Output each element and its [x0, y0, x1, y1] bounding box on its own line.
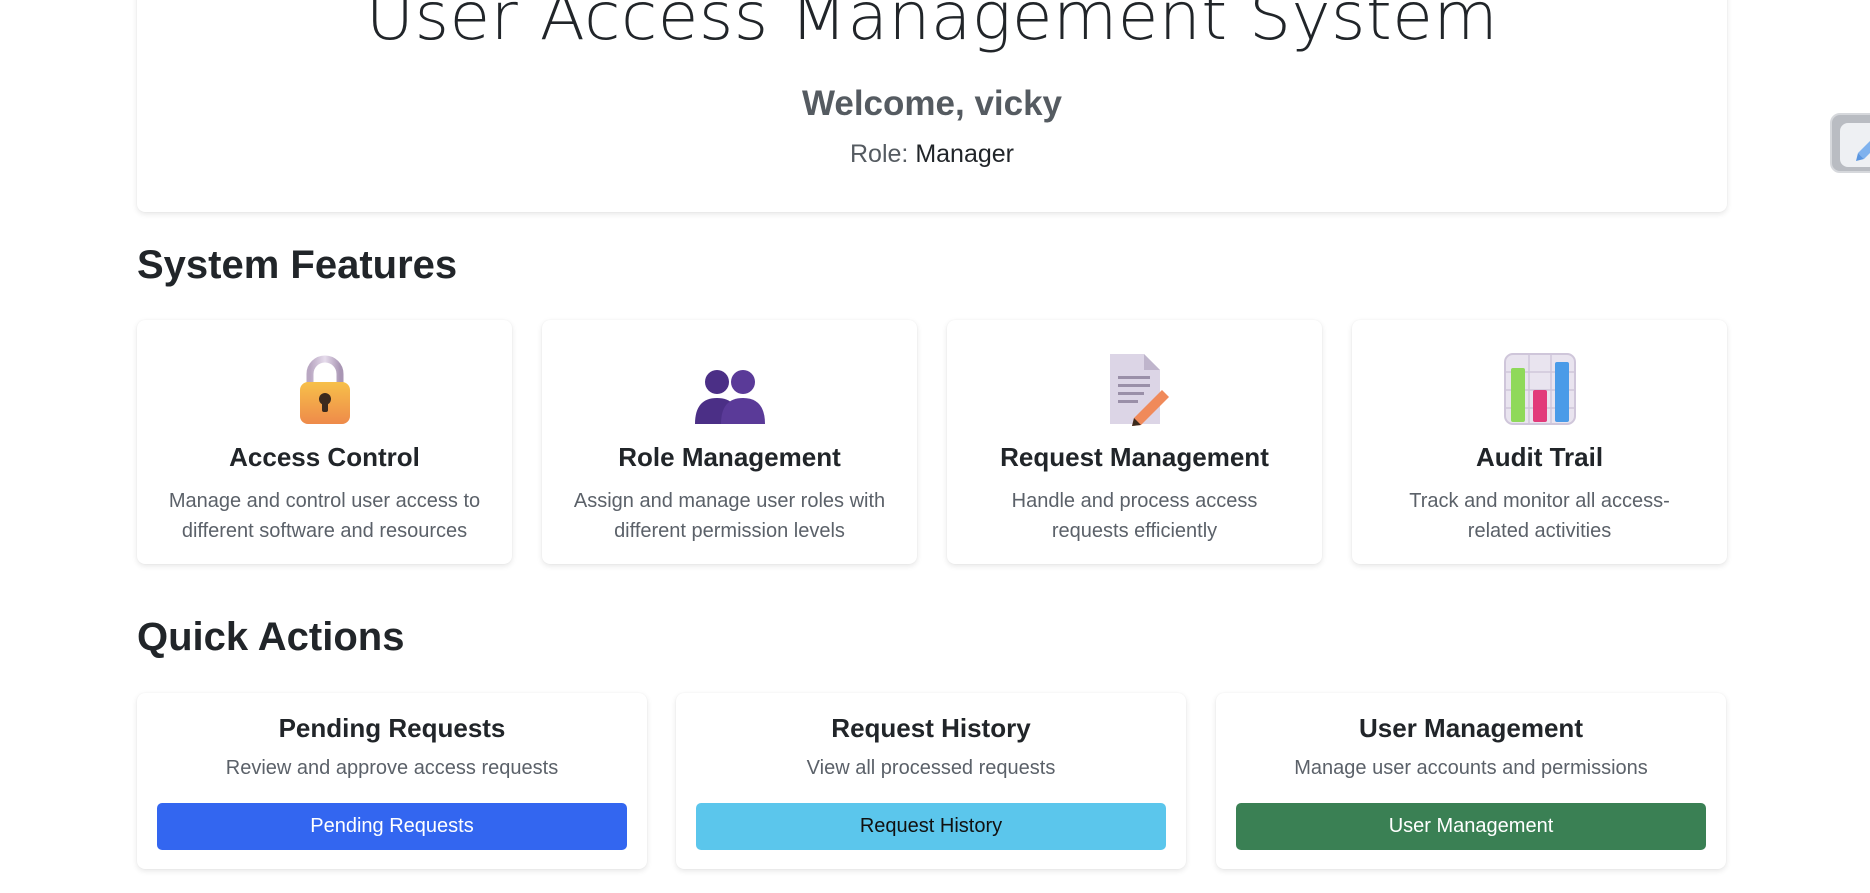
page-title: User Access Management System — [365, 0, 1499, 55]
action-description: Manage user accounts and permissions — [1294, 757, 1648, 779]
user-role: Role: Manager — [137, 140, 1727, 169]
feature-title: Role Management — [618, 442, 841, 472]
action-title: User Management — [1359, 713, 1583, 743]
page: User Access Management System Welcome, v… — [0, 0, 1870, 893]
pending-requests-button[interactable]: Pending Requests — [157, 803, 627, 850]
feature-card-role-management: Role Management Assign and manage user r… — [542, 320, 917, 564]
side-tab-icon — [1840, 123, 1870, 167]
action-description: View all processed requests — [806, 757, 1056, 779]
feature-title: Access Control — [229, 442, 420, 472]
action-card-request-history: Request History View all processed reque… — [676, 693, 1186, 869]
feature-description: Track and monitor all access-related act… — [1409, 490, 1670, 542]
system-features-heading: System Features — [137, 243, 458, 287]
feature-description: Handle and process access requests effic… — [1011, 490, 1258, 542]
feature-description: Manage and control user access to differ… — [168, 490, 481, 542]
feature-title: Request Management — [1000, 442, 1269, 472]
action-title: Request History — [831, 713, 1031, 743]
feature-card-access-control: Access Control Manage and control user a… — [137, 320, 512, 564]
user-management-button[interactable]: User Management — [1236, 803, 1706, 850]
welcome-header-card: User Access Management System Welcome, v… — [137, 0, 1727, 212]
feature-card-audit-trail: Audit Trail Track and monitor all access… — [1352, 320, 1727, 564]
action-title: Pending Requests — [278, 713, 506, 743]
request-history-button[interactable]: Request History — [696, 803, 1166, 850]
action-card-pending-requests: Pending Requests Review and approve acce… — [137, 693, 647, 869]
role-value: Manager — [915, 140, 1014, 168]
quick-actions-heading: Quick Actions — [137, 615, 405, 659]
feature-title: Audit Trail — [1475, 442, 1604, 472]
feature-card-request-management: Request Management Handle and process ac… — [947, 320, 1322, 564]
feature-description: Assign and manage user roles with differ… — [573, 490, 886, 542]
role-label: Role: — [850, 140, 909, 168]
document-pencil-icon — [1098, 352, 1172, 426]
floating-side-tab[interactable] — [1830, 113, 1870, 173]
bar-chart-icon — [1503, 352, 1577, 426]
people-icon — [693, 352, 767, 426]
lock-icon — [288, 352, 362, 426]
action-description: Review and approve access requests — [225, 757, 559, 779]
action-card-user-management: User Management Manage user accounts and… — [1216, 693, 1726, 869]
welcome-message: Welcome, vicky — [801, 84, 1063, 123]
